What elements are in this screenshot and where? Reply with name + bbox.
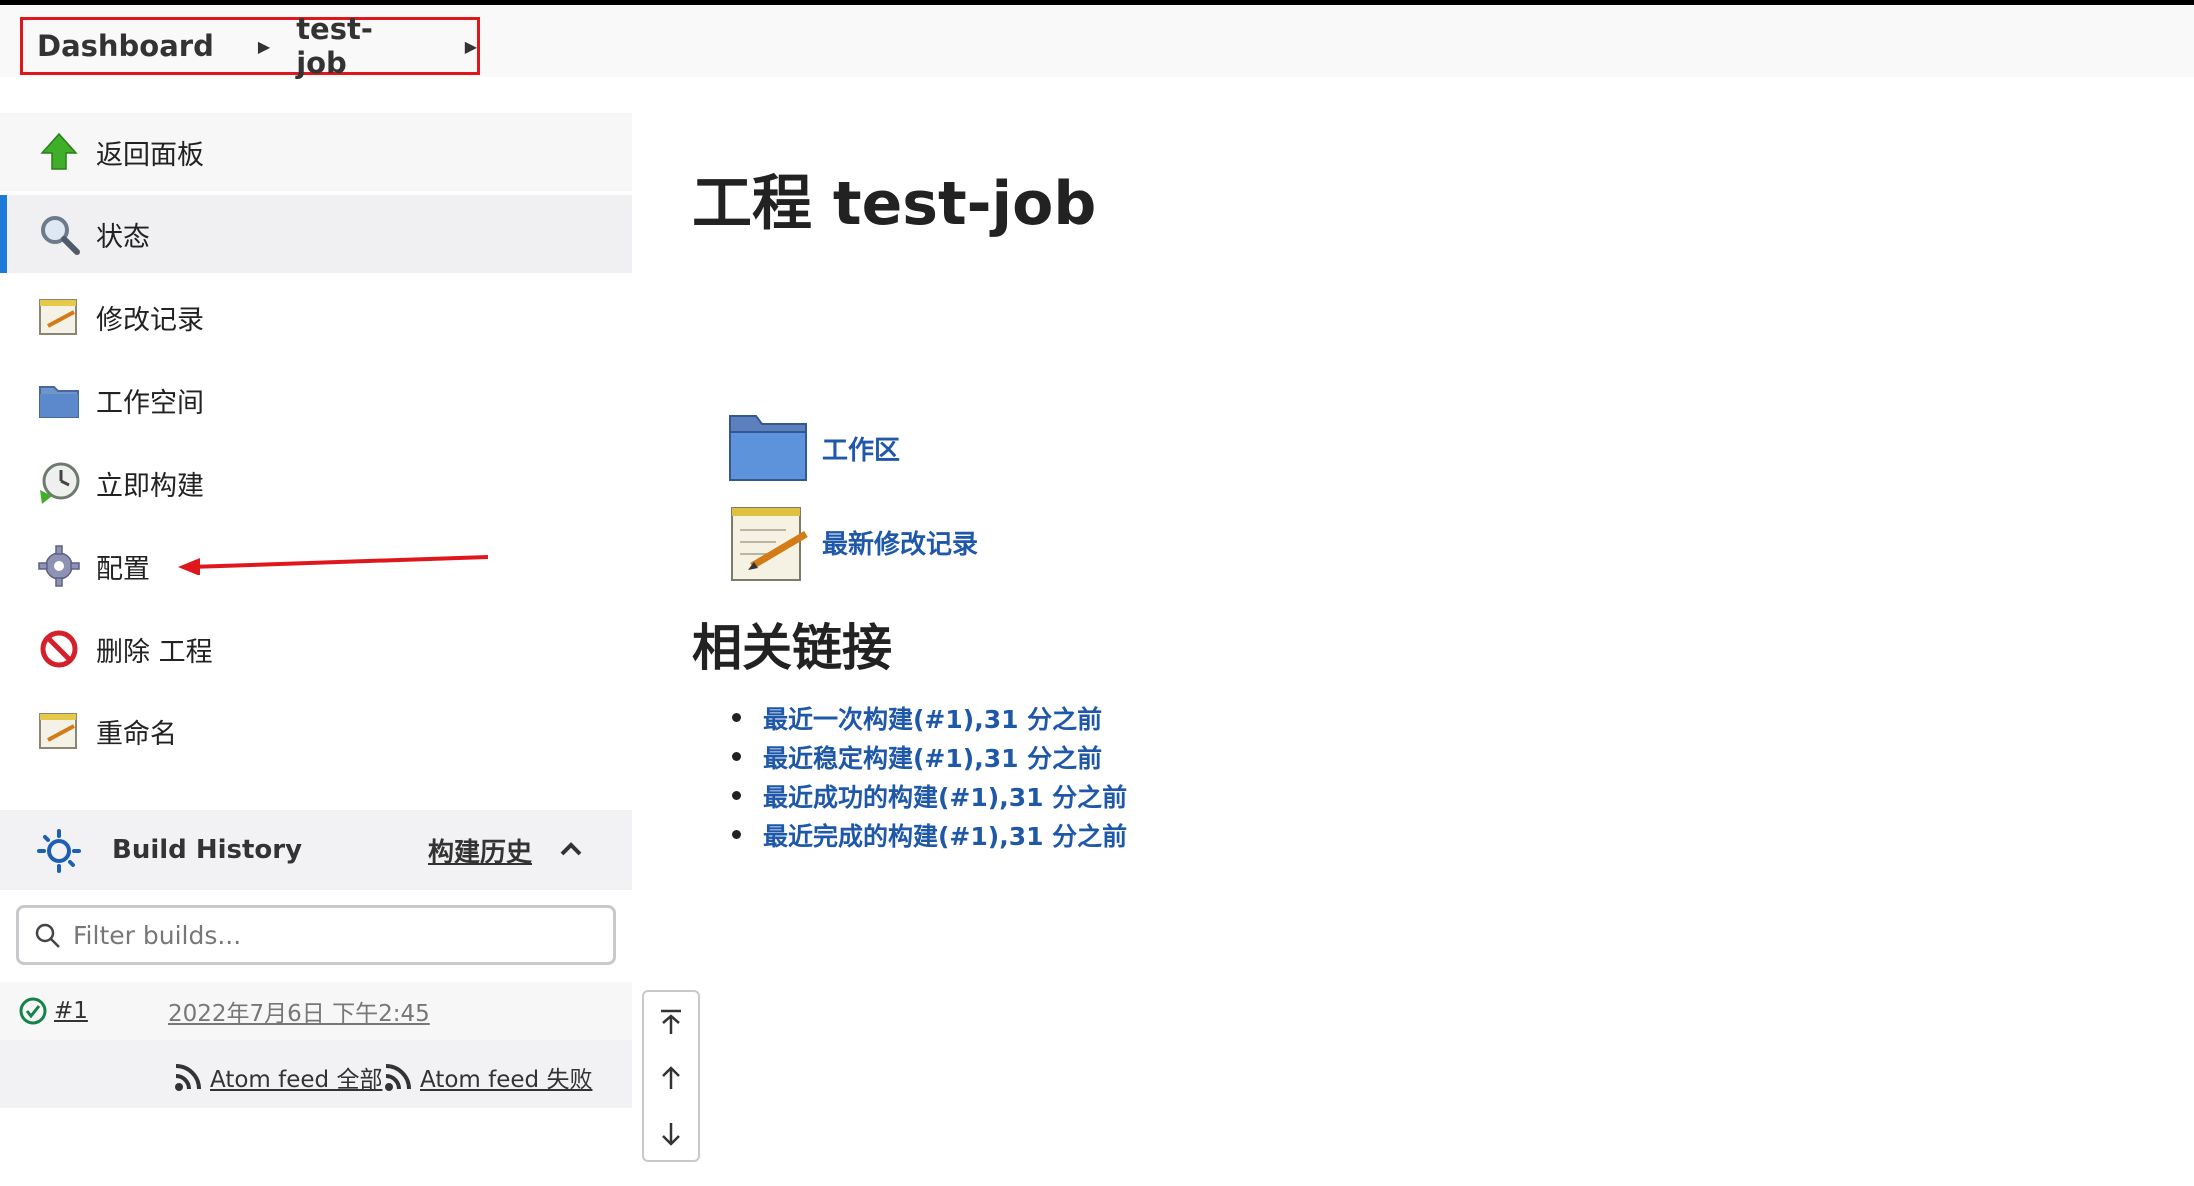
workspace-link-label: 工作区 [822,435,901,466]
gear-icon [38,545,80,587]
scroll-to-top-button[interactable] [644,994,698,1050]
rss-icon [385,1064,411,1091]
breadcrumb-caret-icon[interactable]: ▶ [465,37,477,56]
last-completed-build-link[interactable]: 最近完成的构建(#1),31 分之前 [732,815,1127,854]
arrow-down-icon [662,1123,680,1146]
up-arrow-icon [40,132,78,170]
sidebar-item-label: 返回面板 [96,139,204,171]
no-entry-icon [40,630,78,668]
related-links-list: 最近一次构建(#1),31 分之前 最近稳定构建(#1),31 分之前 最近成功… [732,698,1127,854]
filter-builds-input[interactable] [73,916,603,954]
breadcrumb-bar: Dashboard ▶ test-job ▶ [0,5,2194,80]
sidebar-item-rename[interactable]: 重命名 [0,692,632,770]
chevron-up-icon[interactable] [556,834,586,864]
notepad-icon [39,299,77,335]
latest-changes-link[interactable]: 最新修改记录 [726,500,978,584]
atom-feed-failed-link[interactable]: Atom feed 失败 [382,1060,592,1094]
annotation-arrow-icon [178,555,489,575]
latest-changes-link-label: 最新修改记录 [822,529,979,560]
breadcrumb: Dashboard ▶ test-job ▶ [20,12,480,80]
build-row: #1 2022年7月6日 下午2:45 [0,982,632,1040]
success-check-icon [19,997,47,1025]
build-history-icon [37,829,81,873]
scroll-down-button[interactable] [644,1106,698,1162]
scroll-top-icon [661,1009,681,1034]
last-stable-build-link[interactable]: 最近稳定构建(#1),31 分之前 [732,737,1127,776]
atom-feed-failed-label: Atom feed 失败 [420,1067,593,1093]
build-history-title: Build History [112,835,303,865]
sidebar-item-label: 立即构建 [96,470,204,502]
sidebar-item-label: 配置 [96,553,150,585]
arrow-up-icon [662,1066,680,1089]
sidebar-item-label: 重命名 [96,718,177,750]
sidebar-item-label: 删除 工程 [96,636,213,668]
sidebar-item-back-to-dashboard[interactable]: 返回面板 [0,113,632,191]
breadcrumb-test-job[interactable]: test-job [296,12,421,80]
search-icon [35,923,60,948]
build-date-link[interactable]: 2022年7月6日 下午2:45 [168,994,430,1028]
sidebar-item-changes[interactable]: 修改记录 [0,278,632,356]
notepad-icon [39,713,77,749]
sidebar-item-status[interactable]: 状态 [0,195,632,273]
atom-feed-all-link[interactable]: Atom feed 全部 [172,1060,382,1094]
clock-icon [40,462,80,504]
folder-icon [39,386,79,418]
workspace-link[interactable]: 工作区 [726,406,900,490]
build-number-link[interactable]: #1 [54,998,88,1024]
build-history-header: Build History 构建历史 [0,810,632,890]
sidebar-item-label: 状态 [96,221,150,253]
scroll-controls [642,990,700,1162]
last-successful-build-link[interactable]: 最近成功的构建(#1),31 分之前 [732,776,1127,815]
sidebar-item-delete-project[interactable]: 删除 工程 [0,610,632,688]
page-title: 工程 test-job [692,169,1097,239]
filter-builds-field [16,905,616,965]
build-history-link[interactable]: 构建历史 [428,832,532,869]
atom-feed-all-label: Atom feed 全部 [210,1067,383,1093]
related-links-title: 相关链接 [692,619,892,677]
sidebar-item-label: 修改记录 [96,304,204,336]
feed-links: Atom feed 全部 Atom feed 失败 [0,1040,632,1108]
notepad-icon [731,507,808,581]
breadcrumb-dashboard[interactable]: Dashboard [37,29,214,63]
folder-icon [729,415,807,481]
last-build-link[interactable]: 最近一次构建(#1),31 分之前 [732,698,1127,737]
sidebar-item-label: 工作空间 [96,387,204,419]
search-icon [41,216,80,255]
sidebar-item-build-now[interactable]: 立即构建 [0,444,632,522]
rss-icon [175,1064,201,1091]
breadcrumb-caret-icon[interactable]: ▶ [258,37,270,56]
scroll-up-button[interactable] [644,1050,698,1106]
sidebar-item-workspace[interactable]: 工作空间 [0,361,632,439]
